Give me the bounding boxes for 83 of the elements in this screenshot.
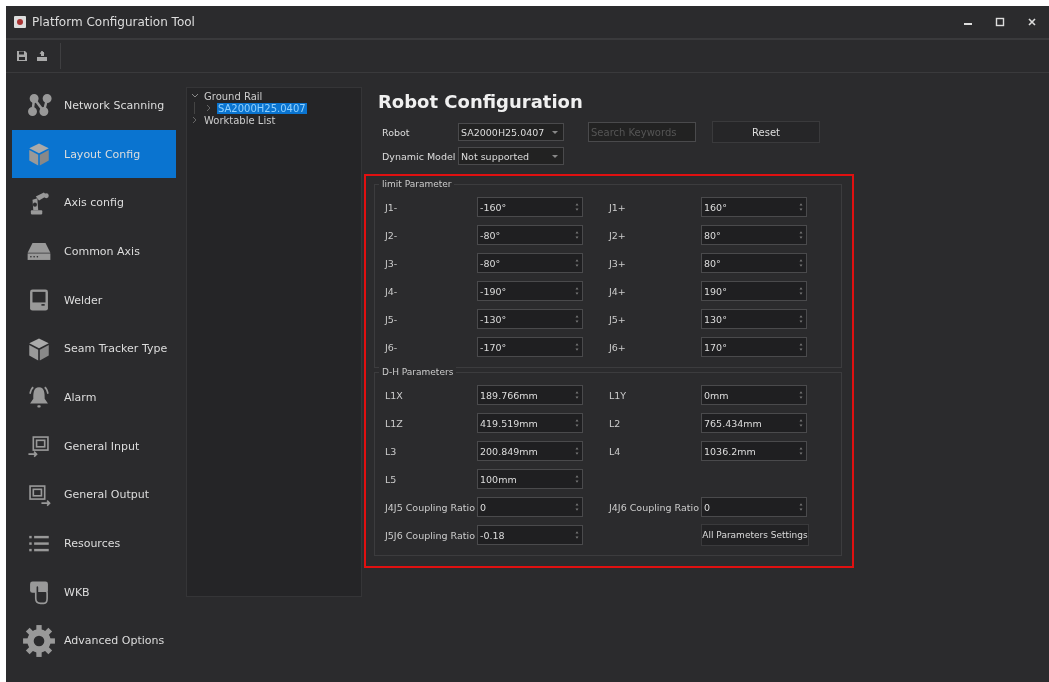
number-spinbox[interactable]: -160° [477, 197, 583, 217]
robot-dropdown[interactable]: SA2000H25.0407 [458, 123, 564, 141]
save-icon[interactable] [16, 50, 28, 62]
app-icon [14, 16, 26, 28]
parameter-label: J1- [385, 201, 399, 213]
parameter-label: J4J6 Coupling Ratio [609, 501, 700, 513]
maximize-icon[interactable] [995, 17, 1005, 27]
sidebar-item[interactable]: General Input [12, 421, 176, 471]
parameter-label: J6- [385, 341, 399, 353]
parameter-label: J5J6 Coupling Ratio [385, 529, 476, 541]
robot-label: Robot [381, 126, 411, 138]
sidebar-item[interactable]: Seam Tracker Type [12, 324, 176, 374]
number-spinbox[interactable]: -190° [477, 281, 583, 301]
parameter-label: L3 [385, 445, 398, 457]
sidebar-item[interactable]: Layout Config [12, 129, 176, 179]
sidebar-item[interactable]: Network Scanning [12, 81, 176, 130]
parameter-label: L5 [385, 473, 398, 485]
sidebar-item[interactable]: Axis config [12, 178, 176, 228]
tree-item[interactable]: Ground Rail [203, 90, 264, 102]
parameter-label: J6+ [609, 341, 627, 353]
group-title: D-H Parameters [379, 367, 457, 377]
number-spinbox[interactable]: 1036.2mm [701, 441, 807, 461]
dynamic-model-label: Dynamic Model [381, 150, 457, 162]
number-spinbox[interactable]: -80° [477, 225, 583, 245]
tree-item[interactable]: Worktable List [203, 114, 277, 126]
sidebar-item[interactable]: Advanced Options [12, 616, 176, 666]
parameter-label: L1Z [385, 417, 404, 429]
parameter-label: L2 [609, 417, 622, 429]
sidebar-item[interactable]: Resources [12, 519, 176, 568]
parameter-label: L4 [609, 445, 622, 457]
number-spinbox[interactable]: -130° [477, 309, 583, 329]
parameter-label: J4J5 Coupling Ratio [385, 501, 476, 513]
sidebar-item[interactable]: General Output [12, 470, 176, 520]
network-icon [26, 92, 52, 119]
number-spinbox[interactable]: 80° [701, 253, 807, 273]
close-icon[interactable] [1027, 17, 1037, 27]
parameter-label: J4+ [609, 285, 627, 297]
parameter-label: J1+ [609, 201, 627, 213]
caret-icon [551, 152, 559, 160]
number-spinbox[interactable]: 189.766mm [477, 385, 583, 405]
expanded-chevron-icon[interactable] [191, 92, 199, 100]
parameter-label: J2- [385, 229, 399, 241]
parameter-label: L1Y [609, 389, 628, 401]
number-spinbox[interactable]: 200.849mm [477, 441, 583, 461]
parameter-label: J3+ [609, 257, 627, 269]
sidebar-item[interactable]: Welder [12, 275, 176, 325]
export-icon[interactable] [36, 50, 48, 62]
number-spinbox[interactable]: 160° [701, 197, 807, 217]
all-parameters-settings-button[interactable]: All Parameters Settings [701, 524, 809, 546]
number-spinbox[interactable]: -170° [477, 337, 583, 357]
collapsed-chevron-icon[interactable] [191, 116, 199, 124]
parameter-label: J5+ [609, 313, 627, 325]
number-spinbox[interactable]: -80° [477, 253, 583, 273]
sidebar-item[interactable]: Common Axis [12, 227, 176, 276]
group-title: limit Parameter [379, 179, 455, 189]
number-spinbox[interactable]: 80° [701, 225, 807, 245]
number-spinbox[interactable]: 765.434mm [701, 413, 807, 433]
number-spinbox[interactable]: 170° [701, 337, 807, 357]
parameter-label: L1X [385, 389, 404, 401]
sidebar-item[interactable]: Alarm [12, 373, 176, 422]
dynamic-model-dropdown[interactable]: Not supported [458, 147, 564, 165]
number-spinbox[interactable]: 0 [701, 497, 807, 517]
number-spinbox[interactable]: 100mm [477, 469, 583, 489]
settings-icon [22, 623, 56, 658]
bell-icon [26, 384, 52, 411]
parameter-label: J4- [385, 285, 399, 297]
input-icon [26, 433, 52, 460]
parameter-label: J2+ [609, 229, 627, 241]
page-heading: Robot Configuration [378, 91, 584, 112]
sidebar-item[interactable]: WKB [12, 567, 176, 617]
number-spinbox[interactable]: -0.18 [477, 525, 583, 545]
parameter-label: J5- [385, 313, 399, 325]
collapsed-chevron-icon[interactable] [205, 104, 213, 112]
parameter-label: J3- [385, 257, 399, 269]
number-spinbox[interactable]: 0 [477, 497, 583, 517]
number-spinbox[interactable]: 130° [701, 309, 807, 329]
number-spinbox[interactable]: 190° [701, 281, 807, 301]
number-spinbox[interactable]: 0mm [701, 385, 807, 405]
window-title: Platform Configuration Tool [32, 15, 195, 29]
cube-icon [26, 141, 52, 168]
reset-button[interactable]: Reset [712, 121, 820, 143]
caret-icon [551, 128, 559, 136]
number-spinbox[interactable]: 419.519mm [477, 413, 583, 433]
